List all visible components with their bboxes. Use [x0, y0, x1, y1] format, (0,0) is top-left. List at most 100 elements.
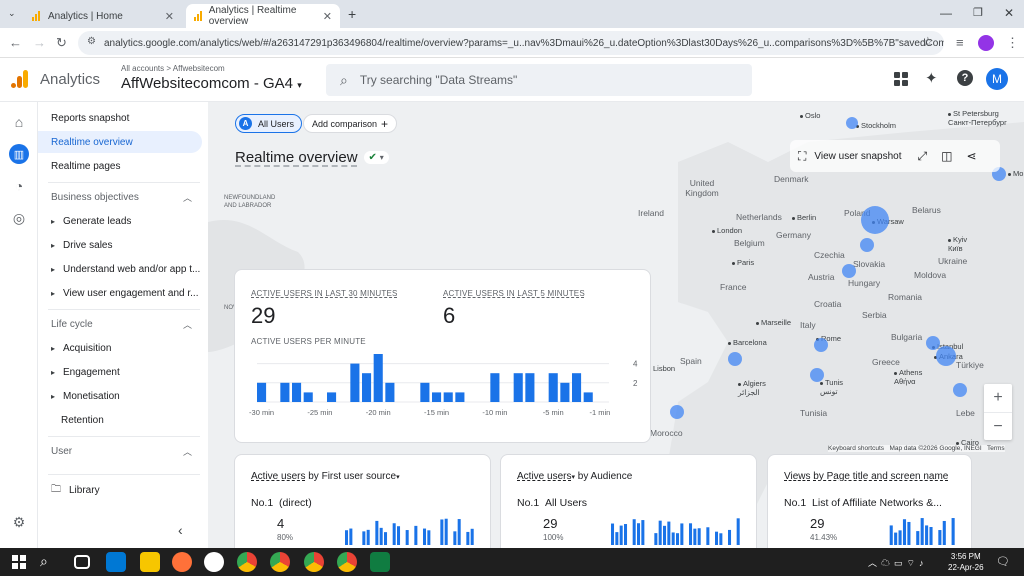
user-location-dot[interactable] [670, 405, 684, 419]
site-info-icon[interactable]: ⚙ [87, 36, 96, 47]
clock[interactable]: 3:56 PM 22-Apr-26 [948, 551, 984, 573]
tab-search-chevron-icon[interactable]: ⌄ [8, 8, 16, 19]
profile-icon[interactable] [978, 35, 994, 51]
users-per-minute-chart[interactable]: 4 2 -30 min -25 min -20 min -15 min -10 min -5 … [235, 348, 652, 430]
system-tray-icons[interactable]: ︿☁▭⌔♪ [868, 556, 927, 569]
status-dropdown[interactable]: ✔ ▾ [363, 151, 389, 164]
user-location-dot[interactable] [810, 368, 824, 382]
reload-icon[interactable]: ↻ [56, 35, 67, 51]
bar[interactable] [327, 392, 337, 402]
chrome-icon[interactable] [237, 552, 257, 572]
bar[interactable] [350, 363, 360, 402]
property-selector[interactable]: AffWebsitecomcom - GA4 ▾ [121, 75, 302, 92]
bar[interactable] [292, 382, 302, 402]
url-bar[interactable]: ⚙ analytics.google.com/analytics/web/#/a… [78, 31, 944, 55]
bar[interactable] [373, 354, 383, 402]
section-life-cycle[interactable]: Life cycle ︿ [38, 313, 202, 335]
user-location-dot[interactable] [953, 383, 967, 397]
keyboard-shortcuts-link[interactable]: Keyboard shortcuts [828, 445, 884, 452]
help-icon[interactable]: ? [957, 70, 973, 86]
bar[interactable] [432, 392, 442, 402]
excel-icon[interactable] [370, 552, 390, 572]
app-icon[interactable] [204, 552, 224, 572]
bar[interactable] [490, 373, 500, 402]
start-windows-icon[interactable] [12, 555, 26, 569]
nav-library[interactable]: 🗀 Library [38, 479, 202, 501]
breadcrumb[interactable]: All accounts > Affwebsitecom [121, 64, 225, 73]
user-location-dot[interactable] [860, 238, 874, 252]
taskbar-search-icon[interactable]: ⌕ [40, 553, 48, 570]
user-location-dot[interactable] [936, 346, 956, 366]
nav-realtime-overview[interactable]: Realtime overview [38, 131, 202, 153]
segment-chip[interactable]: A All Users [235, 114, 303, 133]
browser-menu-icon[interactable]: ⋮ [1006, 35, 1019, 51]
section-user[interactable]: User ︿ [38, 440, 202, 462]
tab-home[interactable]: Analytics | Home ✕ [24, 4, 182, 28]
settings-gear-icon[interactable]: ⚙ [9, 512, 29, 532]
home-icon[interactable]: ⌂ [9, 112, 29, 132]
nav-view-engagement[interactable]: View user engagement and r... [38, 282, 202, 304]
bar[interactable] [303, 392, 313, 402]
zoom-out-button[interactable]: − [984, 412, 1012, 440]
bar[interactable] [257, 382, 267, 402]
card-title[interactable]: Views by Page title and screen name [784, 471, 948, 482]
bar[interactable] [548, 373, 558, 402]
nav-understand-traffic[interactable]: Understand web and/or app t... [38, 258, 202, 280]
fullscreen-icon[interactable]: ⤢ [918, 149, 928, 164]
new-tab-button[interactable]: + [348, 6, 356, 22]
bar[interactable] [385, 382, 395, 402]
view-user-snapshot-button[interactable]: View user snapshot [814, 151, 901, 162]
share-icon[interactable]: ⋖ [966, 149, 976, 163]
reports-icon[interactable]: ▥ [9, 144, 29, 164]
store-icon[interactable] [106, 552, 126, 572]
nav-retention[interactable]: Retention [38, 409, 202, 431]
collapse-nav-icon[interactable]: ‹ [178, 522, 183, 538]
close-window-icon[interactable]: ✕ [1004, 6, 1014, 20]
sticky-notes-icon[interactable] [140, 552, 160, 572]
close-tab-icon[interactable]: ✕ [165, 10, 174, 23]
bar[interactable] [280, 382, 290, 402]
minimize-icon[interactable]: — [940, 6, 952, 20]
media-controls-icon[interactable]: ≡ [956, 35, 964, 50]
terms-link[interactable]: Terms [987, 445, 1005, 452]
sparkle-icon[interactable]: ✦ [925, 69, 938, 87]
chrome-profile-icon[interactable] [337, 552, 357, 572]
nav-monetisation[interactable]: Monetisation [38, 385, 202, 407]
bar[interactable] [443, 392, 453, 402]
bar[interactable] [583, 392, 593, 402]
user-snapshot-icon[interactable]: ⛶ [798, 149, 806, 164]
zoom-in-button[interactable]: + [984, 384, 1012, 412]
bar[interactable] [362, 373, 372, 402]
back-icon[interactable]: ← [9, 35, 22, 50]
avatar[interactable]: M [986, 68, 1008, 90]
bar[interactable] [560, 382, 570, 402]
apps-grid-icon[interactable] [894, 72, 908, 86]
bar[interactable] [420, 382, 430, 402]
close-tab-icon[interactable]: ✕ [323, 10, 332, 23]
section-business-objectives[interactable]: Business objectives ︿ [38, 186, 202, 208]
bar[interactable] [525, 373, 535, 402]
bookmark-star-icon[interactable]: ☆ [922, 34, 934, 50]
card-title[interactable]: Active users by First user source▾ [251, 471, 400, 482]
add-comparison-button[interactable]: Add comparison + [303, 114, 398, 133]
task-view-icon[interactable] [74, 555, 90, 569]
nav-realtime-pages[interactable]: Realtime pages [38, 155, 202, 177]
chrome-profile-icon[interactable] [304, 552, 324, 572]
search-bar[interactable]: ⌕ Try searching "Data Streams" [326, 64, 752, 96]
analytics-logo-icon[interactable] [11, 70, 29, 90]
user-location-dot[interactable] [814, 338, 828, 352]
restore-icon[interactable]: ❐ [973, 6, 983, 19]
nav-drive-sales[interactable]: Drive sales [38, 234, 202, 256]
explore-icon[interactable]: ◔ [9, 176, 29, 196]
user-location-dot[interactable] [926, 336, 940, 350]
notification-icon[interactable]: 🗨 [996, 555, 1010, 568]
nav-reports-snapshot[interactable]: Reports snapshot [38, 107, 202, 129]
user-location-dot[interactable] [842, 264, 856, 278]
nav-generate-leads[interactable]: Generate leads [38, 210, 202, 232]
bar[interactable] [513, 373, 523, 402]
chrome-active-icon[interactable] [270, 552, 290, 572]
card-title[interactable]: Active users▾ by Audience [517, 471, 632, 482]
bar[interactable] [572, 373, 582, 402]
user-location-dot[interactable] [728, 352, 742, 366]
nav-acquisition[interactable]: Acquisition [38, 337, 202, 359]
